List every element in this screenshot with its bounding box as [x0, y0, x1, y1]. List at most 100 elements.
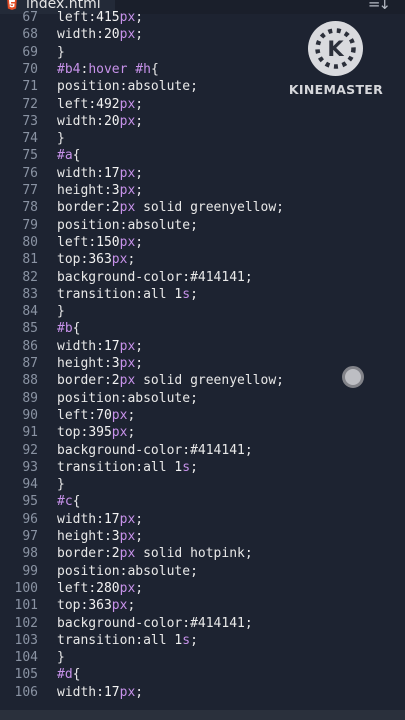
- code-token-sel: hover: [88, 61, 128, 77]
- code-token-num: 20: [103, 113, 120, 129]
- kinemaster-logo-letter: K: [327, 37, 344, 61]
- line-number: 86: [22, 338, 38, 354]
- code-token-sel: #h: [135, 61, 151, 77]
- code-text: width:20px;: [57, 113, 143, 130]
- code-line[interactable]: 73 width:20px;: [0, 113, 405, 130]
- code-line[interactable]: 81 top:363px;: [0, 251, 405, 268]
- code-line[interactable]: 79 position:absolute;: [0, 217, 405, 234]
- code-line[interactable]: 90 left:70px;: [0, 407, 405, 424]
- code-token-punc: :: [88, 10, 97, 25]
- code-text: transition:all 1s;: [57, 286, 198, 303]
- code-line[interactable]: 98 border:2px solid hotpink;: [0, 545, 405, 562]
- line-number: 74: [22, 131, 38, 147]
- code-line[interactable]: 104}: [0, 649, 405, 666]
- code-token-punc: :: [135, 286, 144, 302]
- code-line[interactable]: 83 transition:all 1s;: [0, 286, 405, 303]
- code-text: background-color:#414141;: [57, 269, 253, 286]
- line-number: 90: [22, 407, 38, 423]
- code-token-punc: :: [182, 269, 191, 285]
- code-line[interactable]: 74}: [0, 130, 405, 147]
- code-line[interactable]: 95 #c{: [0, 493, 405, 510]
- code-text: width:20px;: [57, 26, 143, 43]
- code-token-num: 20: [103, 27, 120, 43]
- code-line[interactable]: 82 background-color:#414141;: [0, 269, 405, 286]
- code-line[interactable]: 85 #b{: [0, 320, 405, 337]
- code-line[interactable]: 76 width:17px;: [0, 165, 405, 182]
- code-token-prop: border: [57, 200, 104, 216]
- code-text: }: [57, 649, 65, 666]
- code-token-prop: transition: [57, 286, 136, 302]
- code-token-prop: top: [57, 598, 81, 614]
- code-token-punc: ;: [135, 338, 144, 354]
- code-line[interactable]: 80 left:150px;: [0, 234, 405, 251]
- code-line[interactable]: 105 #d{: [0, 666, 405, 683]
- code-text: height:3px;: [57, 182, 143, 199]
- code-token-punc: :: [103, 529, 112, 544]
- code-line[interactable]: 96 width:17px;: [0, 511, 405, 528]
- code-line[interactable]: 100 left:280px;: [0, 580, 405, 597]
- code-token-unit: px: [119, 183, 136, 198]
- code-editor[interactable]: 67 left:415px; 68 width:20px; 69} 70 #b4:hover…: [0, 10, 405, 710]
- code-line[interactable]: 92 background-color:#414141;: [0, 442, 405, 459]
- code-token-unit: px: [119, 529, 136, 544]
- code-token-prop: height: [57, 183, 104, 198]
- code-token-prop: left: [57, 580, 89, 596]
- code-line[interactable]: 106 width:17px;: [0, 684, 405, 701]
- code-token-punc: ;: [135, 684, 144, 700]
- code-token-unit: s: [182, 459, 191, 475]
- code-token-punc: ;: [135, 96, 144, 112]
- code-token-prop: left: [57, 10, 89, 25]
- code-token-unit: px: [119, 234, 136, 250]
- code-token-punc: ;: [190, 390, 198, 406]
- code-token-prop: position: [57, 390, 120, 406]
- code-token-punc: ;: [127, 252, 136, 268]
- code-token-punc: }: [57, 131, 65, 147]
- line-number: 84: [22, 304, 38, 320]
- code-line[interactable]: 78 border:2px solid greenyellow;: [0, 199, 405, 216]
- code-text: left:492px;: [57, 96, 143, 113]
- line-number: 99: [22, 563, 38, 579]
- code-token-prop: height: [57, 529, 104, 544]
- code-line[interactable]: 103 transition:all 1s;: [0, 632, 405, 649]
- code-token-punc: ;: [276, 200, 284, 216]
- code-token-punc: ;: [135, 10, 144, 25]
- code-token-punc: ;: [135, 234, 144, 250]
- code-token-num: 280: [96, 580, 120, 596]
- line-number: 78: [22, 200, 38, 216]
- line-number: 77: [22, 183, 38, 198]
- code-line[interactable]: 102 background-color:#414141;: [0, 615, 405, 632]
- code-token-punc: :: [96, 165, 104, 181]
- code-line[interactable]: 101 top:363px;: [0, 597, 405, 614]
- code-token-punc: ;: [135, 511, 144, 527]
- code-token-num: 17: [103, 338, 120, 354]
- code-line[interactable]: 89 position:absolute;: [0, 390, 405, 407]
- code-line[interactable]: 91 top:395px;: [0, 424, 405, 441]
- code-token-punc: ;: [190, 286, 198, 302]
- code-line[interactable]: 77 height:3px;: [0, 182, 405, 199]
- code-token-num: 3: [111, 356, 120, 371]
- line-number: 105: [14, 667, 38, 683]
- code-token-unit: px: [119, 200, 136, 216]
- code-token-val: #414141: [190, 615, 245, 631]
- code-text: transition:all 1s;: [57, 632, 198, 649]
- code-line[interactable]: 84}: [0, 303, 405, 320]
- line-number: 91: [22, 425, 38, 441]
- code-line[interactable]: 75 #a{: [0, 147, 405, 164]
- code-token-prop: left: [57, 234, 89, 250]
- code-line[interactable]: 97 height:3px;: [0, 528, 405, 545]
- code-line[interactable]: 94}: [0, 476, 405, 493]
- code-line[interactable]: 99 position:absolute;: [0, 563, 405, 580]
- line-number: 85: [22, 321, 38, 337]
- line-number: 89: [22, 390, 38, 406]
- code-line[interactable]: 86 width:17px;: [0, 338, 405, 355]
- code-line[interactable]: 93 transition:all 1s;: [0, 459, 405, 476]
- code-token-punc: }: [57, 477, 65, 493]
- code-token-punc: ;: [135, 113, 144, 129]
- code-token-prop: transition: [57, 459, 136, 475]
- code-token-punc: :: [135, 459, 144, 475]
- code-token-num: 2: [111, 373, 120, 389]
- code-token-prop: width: [57, 27, 97, 43]
- code-token-punc: ;: [135, 165, 144, 181]
- code-token-punc: ;: [135, 356, 144, 371]
- code-token-val: absolute: [127, 390, 191, 406]
